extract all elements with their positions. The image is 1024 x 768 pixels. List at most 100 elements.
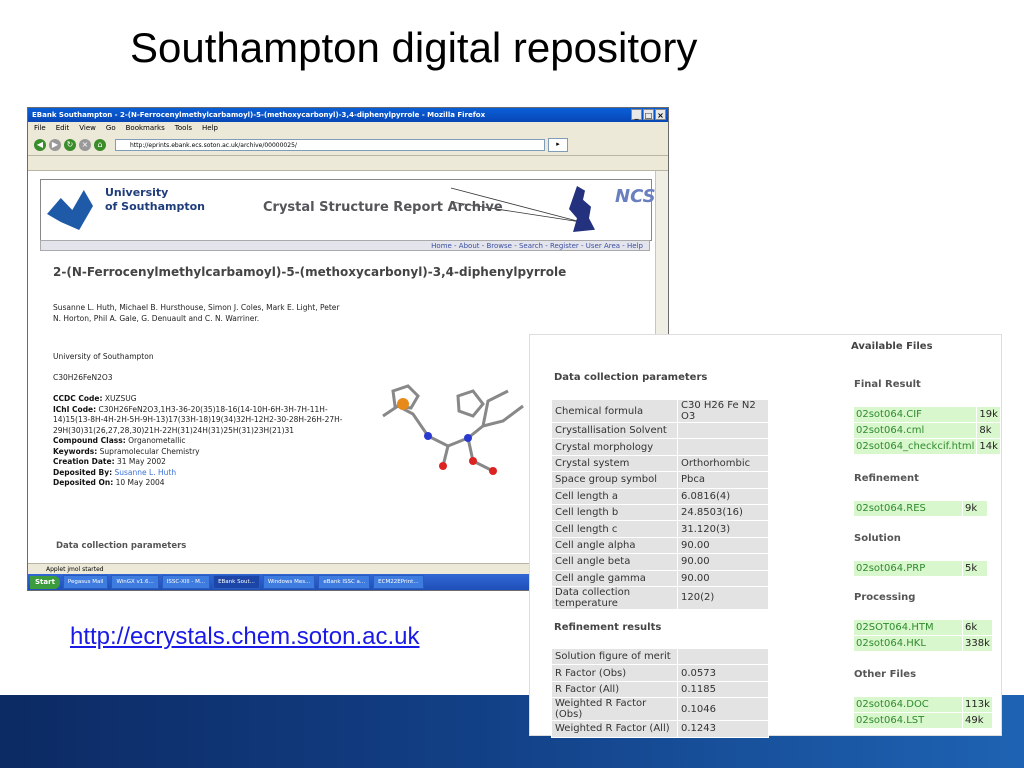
site-banner: University of Southampton Crystal Struct… xyxy=(40,179,656,241)
parameters-table: Chemical formula C30 H26 Fe N2 O3 Crystal… xyxy=(551,399,769,610)
stop-icon[interactable]: × xyxy=(79,139,91,151)
reload-icon[interactable]: ↻ xyxy=(64,139,76,151)
file-link[interactable]: 02sot064.RES xyxy=(853,500,963,517)
table-row: R Factor (All) 0.1185 xyxy=(551,680,769,699)
taskbar-item[interactable]: WinGX v1.6... xyxy=(111,575,159,589)
refinement-table: Solution figure of merit R Factor (Obs) 0… xyxy=(551,647,769,738)
close-icon[interactable]: × xyxy=(655,109,666,120)
solution-files: 02sot064.PRP 5k xyxy=(853,560,988,577)
chemical-formula: C30H26FeN2O3 xyxy=(53,373,113,382)
table-row: Cell length b 24.8503(16) xyxy=(551,503,769,522)
molecule-3d-view[interactable] xyxy=(373,376,533,486)
table-row: Weighted R Factor (Obs) 0.1046 xyxy=(551,697,769,722)
table-row: Solution figure of merit xyxy=(551,647,769,666)
other-files: 02sot064.DOC 113k 02sot064.LST 49k xyxy=(853,696,993,729)
compound-class: Organometallic xyxy=(128,436,186,445)
file-row: 02sot064_checkcif.html 14k xyxy=(852,438,1001,455)
minimize-icon[interactable]: _ xyxy=(631,109,642,120)
final-result-heading: Final Result xyxy=(854,379,921,390)
final-result-files: 02sot064.CIF 19k 02sot064.cml 8k 02sot064_… xyxy=(852,406,1001,455)
file-row: 02sot064.CIF 19k xyxy=(852,406,1001,423)
address-bar[interactable]: http://eprints.ebank.ecs.soton.ac.uk/arc… xyxy=(115,139,545,151)
file-row: 02sot064.LST 49k xyxy=(853,712,993,729)
file-row: 02sot064.PRP 5k xyxy=(853,560,988,577)
taskbar-item[interactable]: eBank ISSC a... xyxy=(318,575,371,589)
table-row: Cell angle alpha 90.00 xyxy=(551,536,769,555)
table-row: R Factor (Obs) 0.0573 xyxy=(551,664,769,682)
ncs-logo-icon: NCS xyxy=(615,186,656,207)
file-link[interactable]: 02sot064.cml xyxy=(852,422,978,439)
creation-date: 31 May 2002 xyxy=(116,457,166,466)
menu-tools[interactable]: Tools xyxy=(175,122,192,135)
back-arrow-icon[interactable]: ◀ xyxy=(34,139,46,151)
window-titlebar: EBank Southampton - 2-(N-Ferrocenylmethy… xyxy=(28,108,668,122)
keywords: Supramolecular Chemistry xyxy=(99,446,200,456)
file-link[interactable]: 02sot064.DOC xyxy=(853,696,963,713)
file-link[interactable]: 02sot064.PRP xyxy=(853,560,963,577)
navigation-toolbar: ◀ ▶ ↻ × ⌂ http://eprints.ebank.ecs.soton… xyxy=(28,135,668,156)
available-files-heading: Available Files xyxy=(851,341,933,352)
file-link[interactable]: 02SOT064.HTM xyxy=(853,619,963,636)
refinement-files: 02sot064.RES 9k xyxy=(853,500,988,517)
file-row: 02sot064.DOC 113k xyxy=(853,696,993,713)
go-icon[interactable]: ▸ xyxy=(548,138,568,152)
repository-link[interactable]: http://ecrystals.chem.soton.ac.uk xyxy=(70,623,420,651)
table-row: Space group symbol Pbca xyxy=(551,471,769,489)
menu-go[interactable]: Go xyxy=(106,122,116,135)
archive-title: Crystal Structure Report Archive xyxy=(263,200,503,215)
menu-bar: File Edit View Go Bookmarks Tools Help xyxy=(28,122,668,135)
deposit-date: 10 May 2004 xyxy=(115,478,165,487)
depositor-link[interactable]: Susanne L. Huth xyxy=(115,468,177,477)
file-row: 02sot064.RES 9k xyxy=(853,500,988,517)
start-button[interactable]: Start xyxy=(30,575,60,589)
affiliation: University of Southampton xyxy=(53,352,154,361)
home-icon[interactable]: ⌂ xyxy=(94,139,106,151)
bookmarks-toolbar xyxy=(28,156,668,171)
other-files-heading: Other Files xyxy=(854,669,917,680)
record-title: 2-(N-Ferrocenylmethylcarbamoyl)-5-(metho… xyxy=(53,265,567,279)
processing-files: 02SOT064.HTM 6k 02sot064.HKL 338k xyxy=(853,619,993,652)
table-row: Crystal system Orthorhombic xyxy=(551,454,769,473)
inchi-code: C30H26FeN2O3,1H3-36-20(35)18-16(14-10H-6… xyxy=(53,404,343,435)
refinement-files-heading: Refinement xyxy=(854,473,919,484)
data-collection-panel: Data collection parameters Chemical form… xyxy=(529,334,1002,738)
authors: Susanne L. Huth, Michael B. Hursthouse, … xyxy=(53,303,340,323)
refinement-results-heading: Refinement results xyxy=(554,622,662,633)
forward-arrow-icon[interactable]: ▶ xyxy=(49,139,61,151)
menu-bookmarks[interactable]: Bookmarks xyxy=(126,122,165,135)
menu-edit[interactable]: Edit xyxy=(56,122,70,135)
ccdc-code: XUZSUG xyxy=(104,394,137,403)
table-row: Crystal morphology xyxy=(551,438,769,456)
table-row: Crystallisation Solvent xyxy=(551,421,769,440)
menu-file[interactable]: File xyxy=(34,122,46,135)
table-row: Data collection temperature 120(2) xyxy=(551,585,769,610)
data-collection-heading: Data collection parameters xyxy=(56,541,187,551)
file-link[interactable]: 02sot064.HKL xyxy=(853,635,963,652)
table-row: Chemical formula C30 H26 Fe N2 O3 xyxy=(551,399,769,423)
file-link[interactable]: 02sot064_checkcif.html xyxy=(852,438,978,455)
file-row: 02sot064.cml 8k xyxy=(852,422,1001,439)
file-link[interactable]: 02sot064.LST xyxy=(853,712,963,729)
taskbar-item[interactable]: Pegasus Mail xyxy=(62,575,109,589)
taskbar-item-active[interactable]: EBank Sout... xyxy=(213,575,260,589)
table-row: Cell angle gamma 90.00 xyxy=(551,569,769,587)
maximize-icon[interactable]: □ xyxy=(643,109,654,120)
site-nav-links[interactable]: Home - About - Browse - Search - Registe… xyxy=(40,240,650,251)
menu-view[interactable]: View xyxy=(79,122,96,135)
slide-title: Southampton digital repository xyxy=(130,24,698,71)
processing-files-heading: Processing xyxy=(854,592,916,603)
taskbar-item[interactable]: Windows Mes... xyxy=(262,575,316,589)
file-row: 02SOT064.HTM 6k xyxy=(853,619,993,636)
table-row: Cell length c 31.120(3) xyxy=(551,520,769,538)
window-title: EBank Southampton - 2-(N-Ferrocenylmethy… xyxy=(32,111,486,119)
data-collection-panel-heading: Data collection parameters xyxy=(554,372,708,383)
window-controls: _ □ × xyxy=(631,109,666,120)
table-row: Cell angle beta 90.00 xyxy=(551,553,769,571)
taskbar-item[interactable]: ISSC-XIII - M... xyxy=(161,575,211,589)
taskbar-item[interactable]: ECM22EPrint... xyxy=(373,575,424,589)
file-link[interactable]: 02sot064.CIF xyxy=(852,406,978,423)
table-row: Weighted R Factor (All) 0.1243 xyxy=(551,720,769,738)
table-row: Cell length a 6.0816(4) xyxy=(551,487,769,505)
available-files: Available Files Final Result 02sot064.CI… xyxy=(851,335,1001,735)
menu-help[interactable]: Help xyxy=(202,122,218,135)
